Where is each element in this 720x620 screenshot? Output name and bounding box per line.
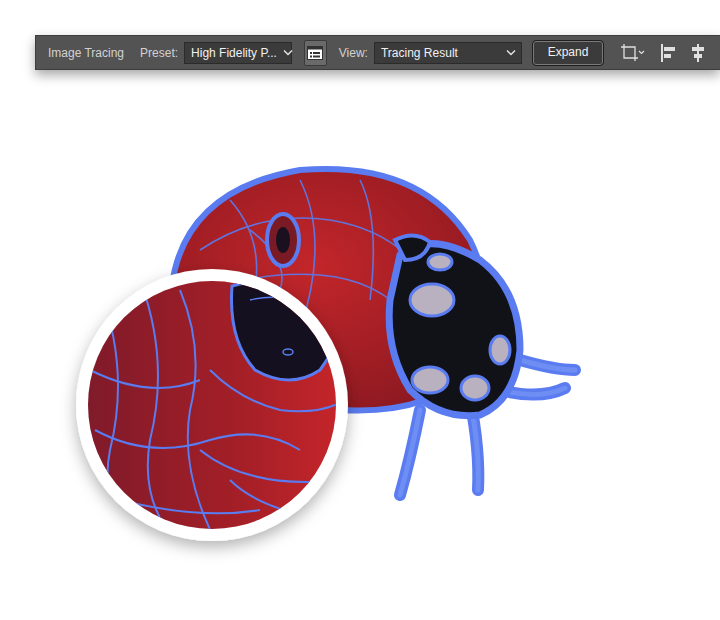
align-center-icon <box>690 44 706 62</box>
chevron-down-icon <box>283 49 293 56</box>
expand-button[interactable]: Expand <box>532 40 604 66</box>
transform-icon <box>620 43 646 63</box>
panel-icon <box>307 46 323 60</box>
align-left-icon <box>660 44 676 62</box>
preset-value: High Fidelity P... <box>191 46 277 60</box>
illustrator-workspace: Image Tracing Preset: High Fidelity P... Vi… <box>0 0 720 620</box>
traced-ladybug[interactable] <box>0 70 720 620</box>
align-left-tool[interactable] <box>660 44 676 62</box>
artboard[interactable] <box>0 70 720 620</box>
control-bar-area: Image Tracing Preset: High Fidelity P... Vi… <box>0 0 720 70</box>
preset-label: Preset: <box>140 46 178 60</box>
chevron-down-icon <box>506 49 516 56</box>
preset-dropdown[interactable]: High Fidelity P... <box>184 42 292 64</box>
image-trace-control-bar: Image Tracing Preset: High Fidelity P... Vi… <box>35 35 720 70</box>
transform-tool[interactable] <box>620 43 646 63</box>
view-label: View: <box>339 46 368 60</box>
panel-title[interactable]: Image Tracing <box>48 46 124 60</box>
view-value: Tracing Result <box>381 46 458 60</box>
align-center-tool[interactable] <box>690 44 706 62</box>
view-dropdown[interactable]: Tracing Result <box>374 42 522 64</box>
trace-panel-button[interactable] <box>304 40 327 66</box>
